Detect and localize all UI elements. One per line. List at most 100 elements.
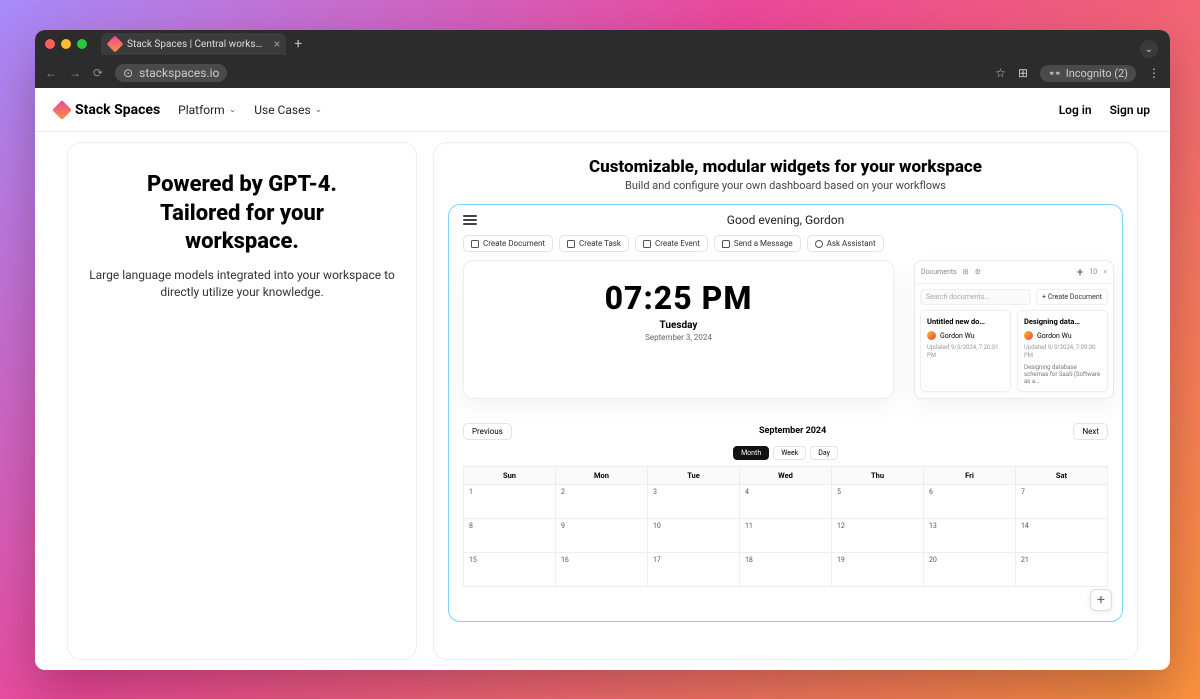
feature-card-gpt4: Powered by GPT-4. Tailored for your work… bbox=[67, 142, 417, 660]
login-link[interactable]: Log in bbox=[1059, 103, 1092, 117]
calendar-cell[interactable]: 3 bbox=[648, 484, 740, 518]
calendar-cell[interactable]: 7 bbox=[1016, 484, 1108, 518]
documents-label: Documents bbox=[921, 268, 957, 276]
address-bar[interactable]: ⊙ stackspaces.io bbox=[115, 64, 983, 82]
gear-icon[interactable]: ⚙︎ bbox=[975, 268, 981, 276]
calendar-cell[interactable]: 2 bbox=[556, 484, 648, 518]
chat-icon bbox=[722, 240, 730, 248]
calendar-cell[interactable]: 11 bbox=[740, 518, 832, 552]
calendar-cell[interactable]: 1 bbox=[464, 484, 556, 518]
hamburger-icon[interactable] bbox=[463, 215, 477, 225]
browser-window: ⌄ Stack Spaces | Central works… × + ← → … bbox=[35, 30, 1170, 670]
site-header: Stack Spaces Platform ⌄ Use Cases ⌄ Log … bbox=[35, 88, 1170, 132]
tab-title: Stack Spaces | Central works… bbox=[127, 39, 262, 50]
calendar-cell[interactable]: 10 bbox=[648, 518, 740, 552]
avatar-icon bbox=[1024, 331, 1033, 340]
signup-link[interactable]: Sign up bbox=[1110, 103, 1150, 117]
extensions-icon[interactable]: ⊞ bbox=[1018, 66, 1028, 80]
calendar-dow: Tue bbox=[648, 466, 740, 484]
calendar-tab-week[interactable]: Week bbox=[773, 446, 806, 460]
greeting-text: Good evening, Gordon bbox=[463, 213, 1108, 227]
calendar-tab-day[interactable]: Day bbox=[810, 446, 838, 460]
close-window-icon[interactable] bbox=[45, 39, 55, 49]
calendar-cell[interactable]: 9 bbox=[556, 518, 648, 552]
chevron-down-icon: ⌄ bbox=[315, 105, 323, 115]
calendar-dow: Mon bbox=[556, 466, 648, 484]
browser-toolbar: ← → ⟳ ⊙ stackspaces.io ☆ ⊞ 👓 Incognito (… bbox=[35, 58, 1170, 88]
incognito-icon: 👓 bbox=[1048, 67, 1062, 80]
dashboard-preview: Good evening, Gordon Create Document Cre… bbox=[448, 204, 1123, 622]
close-tab-icon[interactable]: × bbox=[274, 38, 280, 50]
grid-icon[interactable]: ⊞ bbox=[963, 268, 969, 276]
calendar-next-button[interactable]: Next bbox=[1073, 423, 1108, 440]
feature-title: Powered by GPT-4. Tailored for your work… bbox=[86, 171, 398, 257]
create-event-button[interactable]: Create Event bbox=[635, 235, 708, 252]
send-message-button[interactable]: Send a Message bbox=[714, 235, 801, 252]
document-card[interactable]: Designing data… Gordon Wu Updated 9/3/20… bbox=[1017, 310, 1108, 392]
calendar-prev-button[interactable]: Previous bbox=[463, 423, 512, 440]
close-icon[interactable]: × bbox=[1103, 268, 1107, 276]
calendar-cell[interactable]: 15 bbox=[464, 552, 556, 586]
create-document-button[interactable]: Create Document bbox=[463, 235, 553, 252]
nav-usecases[interactable]: Use Cases ⌄ bbox=[254, 103, 322, 117]
calendar-cell[interactable]: 12 bbox=[832, 518, 924, 552]
create-task-button[interactable]: Create Task bbox=[559, 235, 629, 252]
traffic-lights bbox=[45, 39, 87, 49]
calendar-cell[interactable]: 6 bbox=[924, 484, 1016, 518]
feature-card-widgets: Customizable, modular widgets for your w… bbox=[433, 142, 1138, 660]
browser-tab[interactable]: Stack Spaces | Central works… × bbox=[101, 33, 286, 55]
calendar-tab-month[interactable]: Month bbox=[733, 446, 769, 460]
create-document-button[interactable]: + Create Document bbox=[1036, 289, 1108, 305]
clock-date: September 3, 2024 bbox=[482, 333, 875, 342]
favicon-icon bbox=[107, 36, 124, 53]
incognito-badge[interactable]: 👓 Incognito (2) bbox=[1040, 65, 1136, 82]
calendar-dow: Thu bbox=[832, 466, 924, 484]
forward-button[interactable]: → bbox=[69, 66, 81, 80]
calendar-cell[interactable]: 8 bbox=[464, 518, 556, 552]
clock-time: 07:25 PM bbox=[482, 279, 875, 317]
calendar-cell[interactable]: 13 bbox=[924, 518, 1016, 552]
minimize-window-icon[interactable] bbox=[61, 39, 71, 49]
calendar-cell[interactable]: 18 bbox=[740, 552, 832, 586]
task-icon bbox=[567, 240, 575, 248]
nav-platform[interactable]: Platform ⌄ bbox=[178, 103, 236, 117]
calendar-cell[interactable]: 5 bbox=[832, 484, 924, 518]
add-widget-button[interactable]: + bbox=[1090, 589, 1112, 611]
star-icon[interactable]: ☆ bbox=[995, 66, 1006, 80]
calendar-dow: Fri bbox=[924, 466, 1016, 484]
site-info-icon[interactable]: ⊙ bbox=[123, 66, 133, 80]
brand-name: Stack Spaces bbox=[75, 102, 160, 118]
avatar-icon bbox=[927, 331, 936, 340]
back-button[interactable]: ← bbox=[45, 66, 57, 80]
calendar-dow: Wed bbox=[740, 466, 832, 484]
documents-widget: Documents ⊞ ⚙︎ + 10 × Search documents… … bbox=[914, 260, 1114, 399]
calendar-cell[interactable]: 16 bbox=[556, 552, 648, 586]
add-icon[interactable]: + bbox=[1077, 265, 1084, 279]
browser-tabstrip: Stack Spaces | Central works… × + bbox=[35, 30, 1170, 58]
calendar-title: September 2024 bbox=[759, 426, 826, 436]
new-tab-button[interactable]: + bbox=[294, 36, 302, 52]
calendar-icon bbox=[643, 240, 651, 248]
maximize-window-icon[interactable] bbox=[77, 39, 87, 49]
search-documents-input[interactable]: Search documents… bbox=[920, 289, 1031, 305]
chevron-down-icon: ⌄ bbox=[229, 105, 237, 115]
calendar-cell[interactable]: 17 bbox=[648, 552, 740, 586]
page-content: Powered by GPT-4. Tailored for your work… bbox=[35, 132, 1170, 670]
calendar-cell[interactable]: 14 bbox=[1016, 518, 1108, 552]
document-icon bbox=[471, 240, 479, 248]
chevron-down-icon[interactable]: ⌄ bbox=[1140, 40, 1158, 58]
calendar-cell[interactable]: 21 bbox=[1016, 552, 1108, 586]
calendar-cell[interactable]: 20 bbox=[924, 552, 1016, 586]
calendar-cell[interactable]: 4 bbox=[740, 484, 832, 518]
clock-day: Tuesday bbox=[482, 320, 875, 331]
brand[interactable]: Stack Spaces bbox=[55, 102, 160, 118]
feature-subtitle: Large language models integrated into yo… bbox=[86, 267, 398, 301]
quick-actions: Create Document Create Task Create Event… bbox=[463, 235, 1108, 252]
kebab-menu-icon[interactable]: ⋮ bbox=[1148, 66, 1160, 80]
calendar-cell[interactable]: 19 bbox=[832, 552, 924, 586]
document-card[interactable]: Untitled new do… Gordon Wu Updated 9/3/2… bbox=[920, 310, 1011, 392]
brand-logo-icon bbox=[52, 100, 72, 120]
ask-assistant-button[interactable]: Ask Assistant bbox=[807, 235, 884, 252]
reload-button[interactable]: ⟳ bbox=[93, 66, 103, 80]
feature-title: Customizable, modular widgets for your w… bbox=[448, 157, 1123, 177]
